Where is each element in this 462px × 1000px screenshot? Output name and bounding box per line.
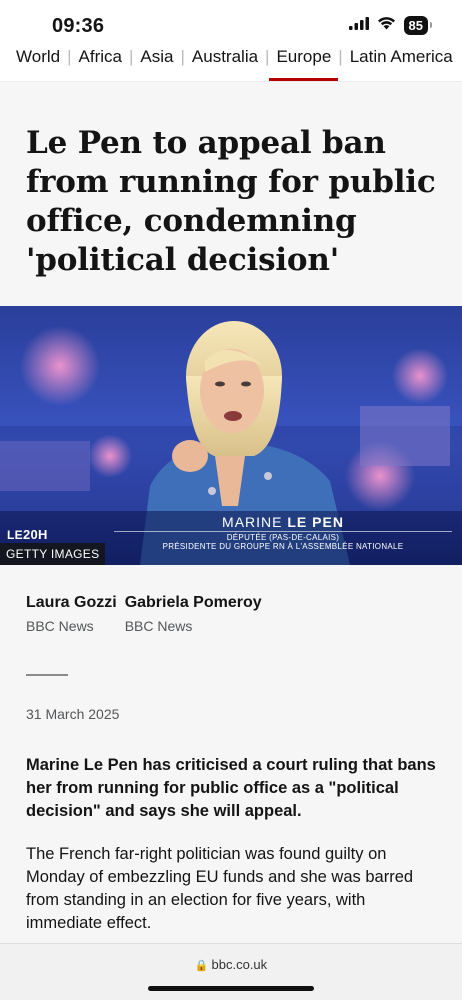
battery-icon: 85 (403, 16, 433, 35)
nav-item-europe[interactable]: Europe (269, 47, 339, 81)
byline: Laura Gozzi BBC News Gabriela Pomeroy BB… (26, 593, 262, 635)
publish-date: 31 March 2025 (26, 706, 120, 722)
nav-separator: | (180, 47, 185, 66)
status-time: 09:36 (52, 15, 105, 37)
tv-channel-logo: LE20H (7, 527, 48, 542)
author-org: BBC News (124, 618, 193, 634)
status-icons: 85 (348, 16, 433, 35)
browser-address-bar[interactable]: 🔒 bbc.co.uk (0, 943, 462, 1000)
article-paragraph: The French far-right politician was foun… (26, 845, 414, 932)
url-text: bbc.co.uk (211, 957, 268, 972)
hero-image[interactable]: LE20H MARINE LE PEN DÉPUTÉE (PAS-DE-CALA… (0, 306, 462, 565)
image-credit: GETTY IMAGES (0, 543, 106, 565)
home-indicator[interactable] (148, 986, 314, 991)
byline-divider (26, 674, 68, 676)
wifi-icon (377, 16, 396, 35)
lock-icon: 🔒 (194, 960, 209, 972)
nav-item-latin-america[interactable]: Latin America (350, 47, 453, 67)
nav-separator: | (67, 47, 72, 66)
lower-third-name: MARINE LE PEN (222, 514, 344, 530)
article-headline: Le Pen to appeal ban from running for pu… (26, 125, 436, 278)
author: Laura Gozzi BBC News (26, 593, 117, 635)
nav-item-africa[interactable]: Africa (79, 47, 122, 67)
lower-third-divider (114, 531, 452, 532)
status-bar: 09:36 85 (0, 0, 462, 44)
url-field[interactable]: 🔒 bbc.co.uk (0, 957, 462, 972)
nav-separator: | (265, 47, 270, 66)
author: Gabriela Pomeroy BBC News (125, 593, 262, 635)
tv-lower-third: MARINE LE PEN DÉPUTÉE (PAS-DE-CALAIS) PR… (104, 514, 462, 551)
article-lede: Marine Le Pen has criticised a court rul… (26, 756, 436, 820)
nav-separator: | (338, 47, 343, 66)
nav-separator: | (128, 47, 134, 66)
nav-item-world[interactable]: World (16, 47, 60, 67)
signal-icon (348, 16, 369, 35)
nav-item-asia[interactable]: Asia (140, 47, 173, 67)
author-org: BBC News (26, 618, 94, 634)
author-name: Laura Gozzi (26, 594, 117, 611)
section-nav: World | Africa | Asia | Australia | Euro… (0, 44, 462, 82)
lower-third-role-2: PRÉSIDENTE DU GROUPE RN À L'ASSEMBLÉE NA… (162, 542, 404, 551)
nav-item-australia[interactable]: Australia (192, 47, 258, 67)
lower-third-role-1: DÉPUTÉE (PAS-DE-CALAIS) (226, 533, 340, 542)
author-name: Gabriela Pomeroy (124, 594, 262, 611)
